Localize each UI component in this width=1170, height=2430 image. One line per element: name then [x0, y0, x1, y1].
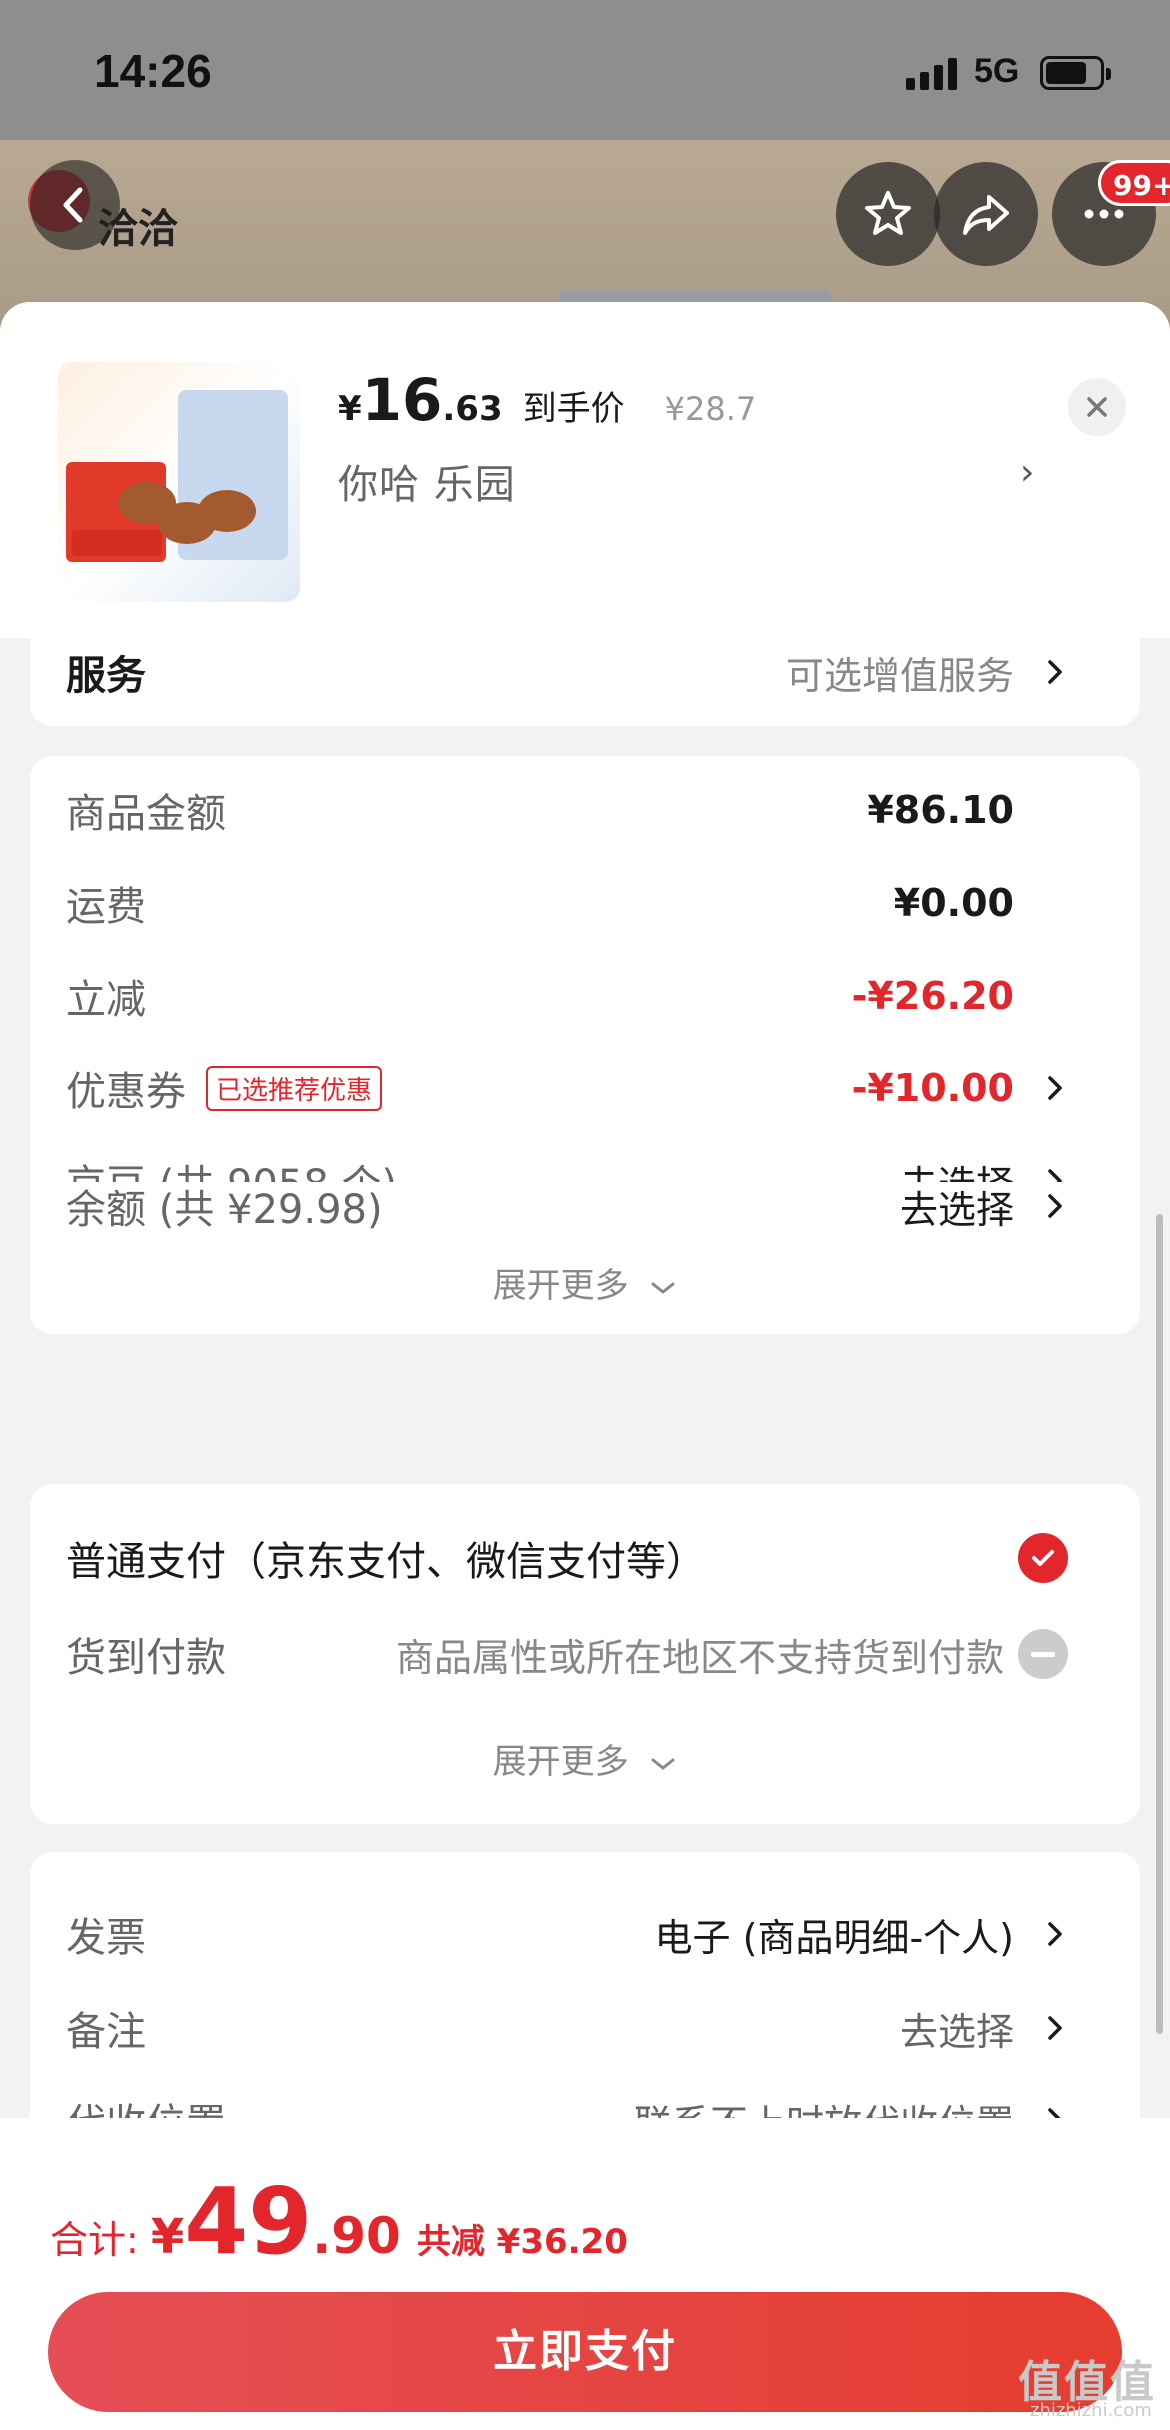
amount-label: 立减	[66, 977, 146, 1023]
chevron-right-icon	[1048, 660, 1062, 684]
product-price: ¥ 16 .63 到手价 ¥28.7	[338, 366, 756, 434]
total-integer: 49	[184, 2168, 313, 2275]
chevron-down-icon	[651, 1758, 675, 1770]
payment-note: 商品属性或所在地区不支持货到付款	[395, 1635, 1004, 1680]
service-label: 服务	[66, 653, 146, 699]
remark-value: 去选择	[899, 2009, 1014, 2054]
original-price: ¥28.7	[664, 390, 757, 428]
final-price-label: 到手价	[522, 389, 625, 429]
amount-row-discount: 立减 -¥26.20	[66, 966, 1104, 1026]
pay-now-button[interactable]: 立即支付	[48, 2292, 1122, 2412]
amount-label: 余额 (共 ¥29.98)	[66, 1187, 383, 1233]
chevron-right-icon: ›	[1020, 452, 1035, 493]
product-image[interactable]	[58, 362, 300, 602]
expand-label: 展开更多	[492, 1266, 629, 1306]
payment-option-online[interactable]: 普通支付（京东支付、微信支付等）	[66, 1528, 1104, 1588]
invoice-row[interactable]: 发票 电子 (商品明细-个人)	[66, 1904, 1104, 1964]
chevron-right-icon	[1048, 1194, 1062, 1218]
amount-value: 去选择	[899, 1187, 1014, 1232]
watermark-url: zhizhizhi.com	[1030, 2400, 1152, 2421]
product-summary: ¥ 16 .63 到手价 ¥28.7 你哈 乐园 ›	[0, 302, 1170, 638]
share-button[interactable]	[934, 162, 1038, 266]
remark-label: 备注	[66, 2009, 146, 2055]
chevron-down-icon	[651, 1282, 675, 1294]
variant-selector[interactable]: 你哈 乐园	[338, 452, 516, 510]
check-icon	[1018, 1533, 1068, 1583]
disabled-icon	[1018, 1629, 1068, 1679]
price-symbol: ¥	[338, 389, 362, 429]
star-icon	[865, 191, 911, 235]
signal-icon	[906, 56, 958, 90]
order-total: 合计: ¥ 49 .90 共减 ¥36.20	[50, 2168, 628, 2275]
share-icon	[963, 195, 1009, 235]
price-integer: 16	[361, 366, 443, 434]
amount-label: 运费	[66, 884, 146, 930]
amount-row-shipping: 运费 ¥0.00	[66, 873, 1104, 933]
favorite-button[interactable]	[836, 162, 940, 266]
amount-label: 商品金额	[66, 791, 226, 837]
amounts-card-lower: 余额 (共 ¥29.98) 去选择 展开更多	[30, 1182, 1140, 1334]
coupon-tag: 已选推荐优惠	[206, 1065, 383, 1111]
network-type: 5G	[974, 52, 1020, 90]
battery-icon	[1040, 56, 1111, 90]
chevron-right-icon	[1048, 1076, 1062, 1100]
chevron-right-icon	[1048, 2016, 1062, 2040]
amount-value: -¥26.20	[851, 974, 1014, 1018]
status-bar: 14:26 5G	[0, 0, 1170, 140]
back-button[interactable]	[30, 160, 120, 250]
total-decimal: .90	[312, 2207, 401, 2265]
amount-value: ¥86.10	[867, 788, 1014, 832]
notification-badge: 99+	[1098, 160, 1170, 206]
total-label: 合计:	[50, 2218, 139, 2262]
amount-row-goods: 商品金额 ¥86.10	[66, 780, 1104, 840]
invoice-value: 电子 (商品明细-个人)	[654, 1915, 1014, 1960]
close-button[interactable]	[1068, 378, 1126, 436]
amount-value: -¥10.00	[851, 1066, 1014, 1110]
expand-label: 展开更多	[492, 1742, 629, 1782]
service-row[interactable]: 服务 可选增值服务	[66, 642, 1104, 702]
service-value: 可选增值服务	[785, 653, 1014, 698]
amount-row-balance[interactable]: 余额 (共 ¥29.98) 去选择	[66, 1176, 1104, 1236]
expand-more-amounts[interactable]: 展开更多	[30, 1258, 1140, 1307]
expand-more-payment[interactable]: 展开更多	[30, 1734, 1140, 1783]
back-arrow-icon	[63, 187, 83, 223]
remark-row[interactable]: 备注 去选择	[66, 1998, 1104, 2058]
scrollbar[interactable]	[1156, 1214, 1163, 2034]
amount-value: ¥0.00	[893, 881, 1014, 925]
payment-label: 普通支付（京东支付、微信支付等）	[66, 1539, 706, 1585]
checkout-bottom-bar: 合计: ¥ 49 .90 共减 ¥36.20 立即支付	[0, 2118, 1170, 2430]
amount-label: 优惠券	[66, 1069, 186, 1115]
invoice-label: 发票	[66, 1915, 146, 1961]
close-icon	[1087, 397, 1107, 417]
price-decimal: .63	[442, 389, 503, 429]
status-time: 14:26	[94, 45, 212, 97]
payment-option-cod[interactable]: 货到付款 商品属性或所在地区不支持货到付款	[66, 1624, 1104, 1684]
total-savings: 共减 ¥36.20	[416, 2222, 628, 2262]
total-symbol: ¥	[150, 2209, 185, 2265]
amounts-card: 商品金额 ¥86.10 运费 ¥0.00 立减 -¥26.20 优惠券 已选推荐…	[30, 756, 1140, 1208]
amount-row-coupon[interactable]: 优惠券 已选推荐优惠 -¥10.00	[66, 1058, 1104, 1118]
payment-label: 货到付款	[66, 1635, 226, 1681]
payment-card: 普通支付（京东支付、微信支付等） 货到付款 商品属性或所在地区不支持货到付款 展…	[30, 1484, 1140, 1824]
chevron-right-icon	[1048, 1922, 1062, 1946]
checkout-sheet: ¥ 16 .63 到手价 ¥28.7 你哈 乐园 › 服务 可选增值服务 商品金…	[0, 302, 1170, 2430]
